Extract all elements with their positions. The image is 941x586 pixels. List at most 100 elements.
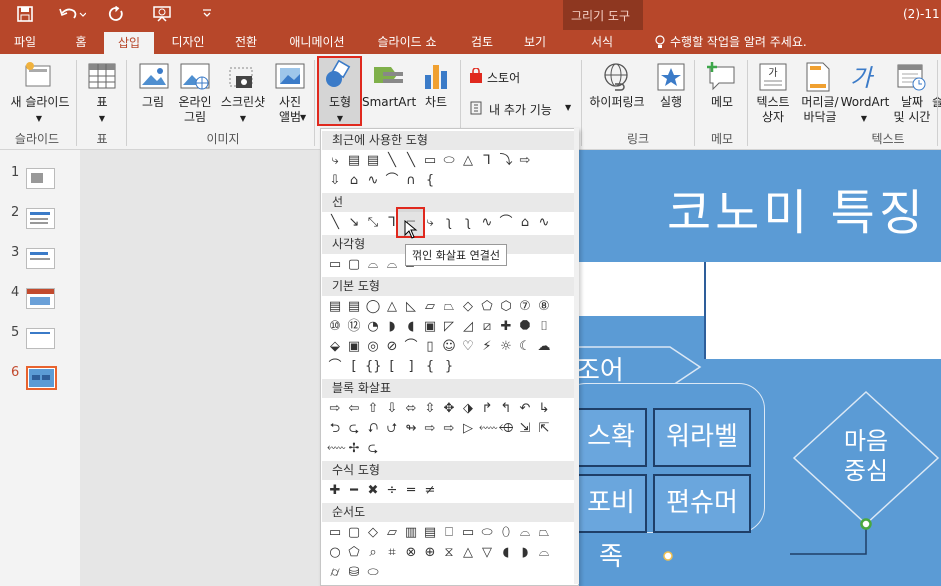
gallery-shape-icon[interactable]: ▣: [346, 339, 362, 355]
gallery-shape-icon[interactable]: ⮌: [327, 421, 343, 437]
wordart-button[interactable]: WordArt: [840, 95, 890, 110]
gallery-shape-icon[interactable]: ↘: [346, 215, 362, 231]
gallery-shape-icon[interactable]: ▢: [346, 257, 362, 273]
gallery-shape-icon[interactable]: ↰: [498, 401, 514, 417]
online-picture-button[interactable]: 온라인 그림: [172, 95, 218, 125]
gallery-shape-icon[interactable]: ⤷: [327, 153, 343, 169]
gallery-shape-icon[interactable]: ⌓: [384, 257, 400, 273]
gallery-shape-icon[interactable]: ∿: [365, 173, 381, 189]
gallery-shape-icon[interactable]: [: [384, 359, 400, 375]
gallery-shape-icon[interactable]: ◺: [403, 299, 419, 315]
gallery-shape-icon[interactable]: ⌓: [517, 525, 533, 541]
gallery-shape-icon[interactable]: ⑫: [346, 319, 362, 335]
gallery-shape-icon[interactable]: ⌓: [365, 257, 381, 273]
gallery-shape-icon[interactable]: ʅ: [441, 215, 457, 231]
gallery-shape-icon[interactable]: ⎕: [441, 525, 457, 541]
tab-file[interactable]: 파일: [5, 30, 45, 54]
gallery-shape-icon[interactable]: ▱: [384, 525, 400, 541]
gallery-shape-icon[interactable]: ⇳: [422, 401, 438, 417]
gallery-shape-icon[interactable]: ○: [327, 545, 343, 561]
gallery-shape-icon[interactable]: ⇨: [327, 401, 343, 417]
gallery-shape-icon[interactable]: ▤: [346, 299, 362, 315]
gallery-shape-icon[interactable]: ⇦: [346, 401, 362, 417]
gallery-shape-icon[interactable]: ⌭: [327, 565, 343, 581]
gallery-shape-icon[interactable]: ━: [346, 483, 362, 499]
gallery-shape-icon[interactable]: ⬭: [365, 565, 381, 581]
gallery-shape-icon[interactable]: ⊕: [422, 545, 438, 561]
gallery-shape-icon[interactable]: ⬡: [498, 299, 514, 315]
gallery-shape-icon[interactable]: ⑦: [517, 299, 533, 315]
gallery-shape-icon[interactable]: ╲: [403, 153, 419, 169]
undo-icon[interactable]: [58, 5, 86, 23]
gallery-shape-icon[interactable]: ⇩: [384, 401, 400, 417]
tab-transitions[interactable]: 전환: [223, 30, 269, 54]
keyword-box[interactable]: 스확행: [575, 408, 647, 506]
gallery-shape-icon[interactable]: △: [384, 299, 400, 315]
comment-button[interactable]: 메모: [700, 95, 744, 110]
gallery-shape-icon[interactable]: ⬯: [498, 525, 514, 541]
gallery-shape-icon[interactable]: ✖: [365, 483, 381, 499]
gallery-shape-icon[interactable]: ⬭: [441, 153, 457, 169]
gallery-shape-icon[interactable]: ▭: [422, 153, 438, 169]
gallery-shape-icon[interactable]: ⮏: [365, 421, 381, 437]
present-icon[interactable]: [152, 4, 172, 24]
gallery-shape-icon[interactable]: ⬠: [479, 299, 495, 315]
gallery-shape-icon[interactable]: ⬗: [460, 401, 476, 417]
gallery-shape-icon[interactable]: }: [441, 359, 457, 375]
gallery-shape-icon[interactable]: ⌗: [384, 545, 400, 561]
slide-thumbnail-active[interactable]: [26, 366, 57, 390]
gallery-shape-icon[interactable]: ⊘: [384, 339, 400, 355]
gallery-shape-icon[interactable]: ◸: [441, 319, 457, 335]
gallery-shape-icon[interactable]: ◿: [460, 319, 476, 335]
gallery-shape-icon[interactable]: ▥: [403, 525, 419, 541]
gallery-shape-icon[interactable]: ⯃: [517, 319, 533, 335]
gallery-shape-icon[interactable]: ⬳: [479, 421, 498, 437]
gallery-shape-icon[interactable]: ☁: [536, 339, 552, 355]
gallery-shape-icon[interactable]: ◇: [365, 525, 381, 541]
gallery-shape-icon[interactable]: ⌂: [346, 173, 362, 189]
gallery-shape-icon[interactable]: ⤵: [498, 153, 514, 169]
gallery-shape-icon[interactable]: {: [422, 359, 438, 375]
slide-title[interactable]: 코노미 특징: [520, 181, 941, 245]
tell-me-search[interactable]: 수행할 작업을 알려 주세요.: [670, 30, 822, 54]
slide-thumbnail[interactable]: [26, 328, 55, 349]
gallery-shape-icon[interactable]: ▭: [460, 525, 476, 541]
gallery-shape-icon[interactable]: ⌕: [365, 545, 381, 561]
gallery-shape-icon[interactable]: ⇲: [517, 421, 533, 437]
keyword-box[interactable]: 편슈머: [653, 474, 751, 533]
gallery-shape-icon[interactable]: ⇱: [536, 421, 552, 437]
tab-format[interactable]: 서식: [566, 30, 638, 54]
gallery-shape-icon[interactable]: ⬳: [327, 441, 346, 457]
gallery-shape-icon[interactable]: ⌓: [536, 545, 552, 561]
gallery-shape-icon[interactable]: ⇨: [517, 153, 533, 169]
gallery-shape-icon[interactable]: [: [346, 359, 362, 375]
action-button[interactable]: 실행: [652, 95, 690, 110]
gallery-shape-icon[interactable]: ⏢: [441, 299, 457, 315]
gallery-shape-icon[interactable]: ▤: [422, 525, 438, 541]
gallery-shape-icon[interactable]: ⧖: [441, 545, 457, 561]
screenshot-dropdown[interactable]: ▼: [237, 111, 249, 126]
gallery-shape-icon[interactable]: ⇩: [327, 173, 343, 189]
gallery-shape-icon[interactable]: ↳: [536, 401, 552, 417]
gallery-shape-icon[interactable]: ☺: [441, 339, 457, 355]
slide-thumbnail[interactable]: [26, 208, 55, 229]
gallery-shape-icon[interactable]: ✚: [327, 483, 343, 499]
gallery-shape-icon[interactable]: ⬙: [327, 339, 343, 355]
gallery-shape-icon[interactable]: ☼: [498, 339, 514, 355]
gallery-shape-icon[interactable]: ⌷: [536, 319, 552, 335]
gallery-shape-icon[interactable]: ▱: [422, 299, 438, 315]
connector-handle[interactable]: [662, 550, 674, 562]
gallery-shape-icon[interactable]: ⮎: [365, 441, 381, 457]
gallery-shape-icon[interactable]: ⏢: [536, 525, 552, 541]
tab-review[interactable]: 검토: [459, 30, 505, 54]
slide-thumbnail[interactable]: [26, 288, 55, 309]
gallery-shape-icon[interactable]: {: [422, 173, 438, 189]
gallery-shape-icon[interactable]: ⑩: [327, 319, 343, 335]
tab-slideshow[interactable]: 슬라이드 쇼: [366, 30, 448, 54]
gallery-shape-icon[interactable]: ╲: [384, 153, 400, 169]
gallery-shape-icon[interactable]: ◗: [384, 319, 400, 335]
gallery-shape-icon[interactable]: ↶: [517, 401, 533, 417]
datetime-button[interactable]: 날짜 및 시간: [888, 95, 936, 125]
gallery-shape-icon[interactable]: ▭: [327, 525, 343, 541]
tab-insert[interactable]: 삽입: [104, 32, 154, 54]
